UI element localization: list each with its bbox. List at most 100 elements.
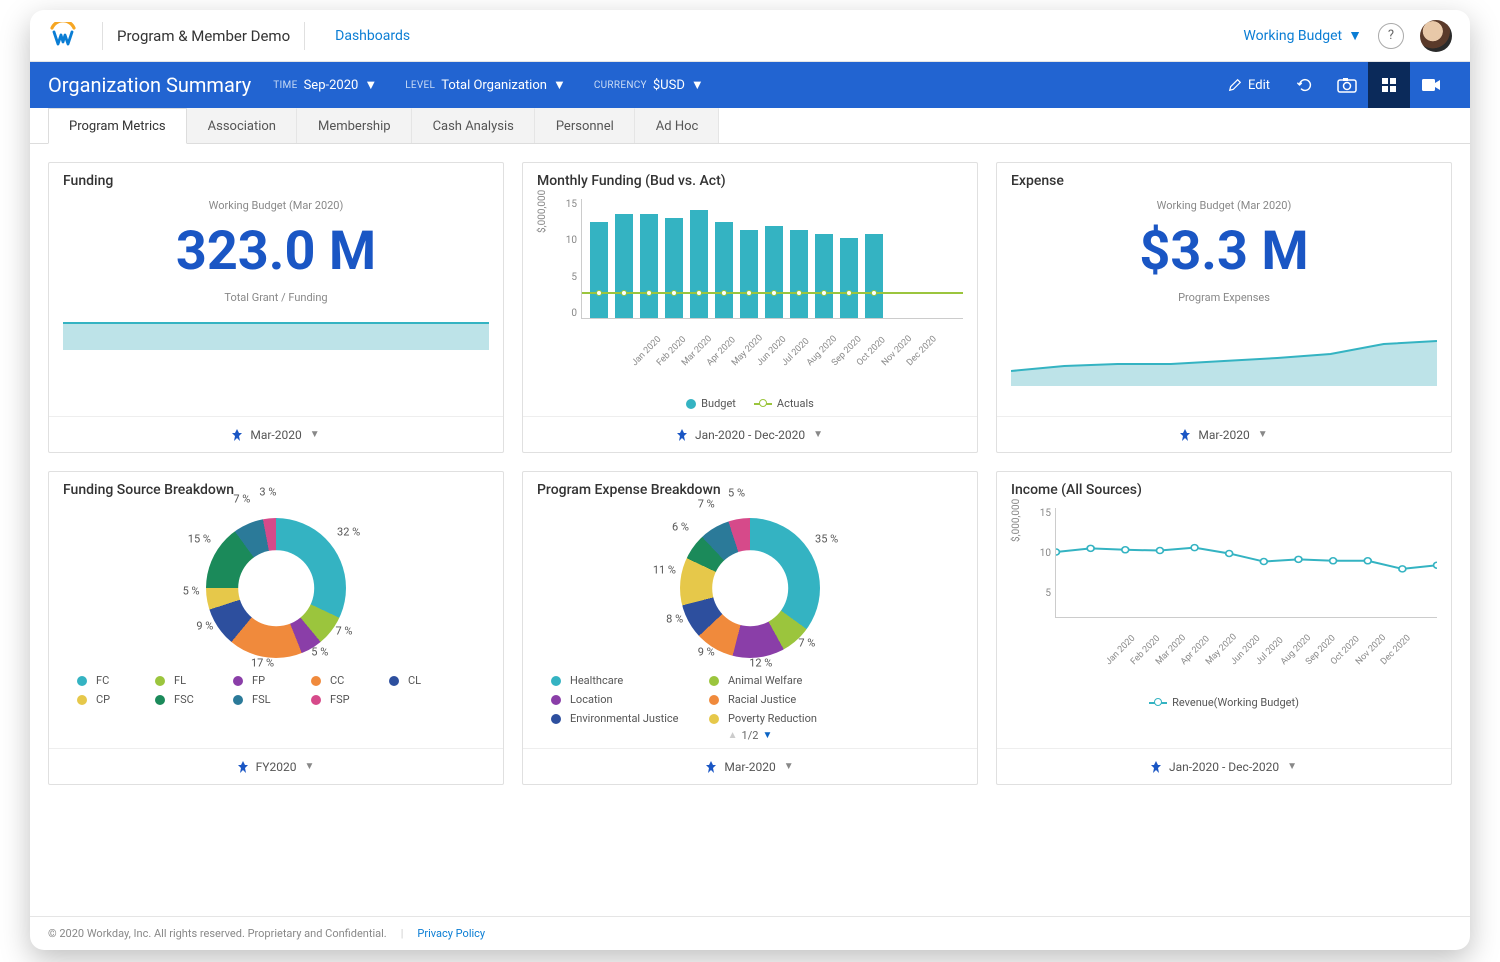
budget-selector[interactable]: Working Budget ▼ <box>1243 27 1362 44</box>
legend-item[interactable]: FSL <box>233 693 293 706</box>
legend-item[interactable]: CC <box>311 674 371 687</box>
filter-level[interactable]: LEVEL Total Organization ▼ <box>405 77 566 93</box>
filter-level-label: LEVEL <box>405 80 435 91</box>
legend-pager[interactable]: ▲ 1/2 ▼ <box>728 729 773 742</box>
divider: | <box>401 927 404 940</box>
tab-association[interactable]: Association <box>187 108 297 143</box>
bar[interactable] <box>765 226 783 318</box>
card-footer[interactable]: Mar-2020 ▼ <box>997 416 1451 452</box>
tab-membership[interactable]: Membership <box>297 108 412 143</box>
divider <box>102 22 103 50</box>
user-avatar[interactable] <box>1420 20 1452 52</box>
nav-dashboards[interactable]: Dashboards <box>335 28 410 44</box>
program-expense-donut: 35 %7 %12 %9 %8 %11 %6 %7 %5 % <box>680 508 820 668</box>
funding-sparkline <box>63 322 489 350</box>
edit-button[interactable]: Edit <box>1214 62 1284 108</box>
chart-legend: Budget Actuals <box>686 397 814 410</box>
bar[interactable] <box>640 214 658 318</box>
tab-personnel[interactable]: Personnel <box>535 108 635 143</box>
legend-item[interactable]: Environmental Justice <box>551 712 691 725</box>
app-title: Program & Member Demo <box>117 27 290 45</box>
filter-time-label: TIME <box>273 80 297 91</box>
legend-revenue: Revenue(Working Budget) <box>1149 696 1299 709</box>
refresh-button[interactable] <box>1284 62 1326 108</box>
tab-cash-analysis[interactable]: Cash Analysis <box>412 108 535 143</box>
y-ticks: 151050 <box>537 199 577 319</box>
pin-icon <box>706 761 716 773</box>
bar[interactable] <box>815 234 833 318</box>
tab-ad-hoc[interactable]: Ad Hoc <box>635 108 720 143</box>
present-button[interactable] <box>1410 62 1452 108</box>
grid-view-button[interactable] <box>1368 62 1410 108</box>
legend-item[interactable]: FL <box>155 674 215 687</box>
caret-down-icon: ▼ <box>1287 761 1297 772</box>
workday-logo-icon[interactable] <box>48 21 78 51</box>
footer-range: Mar-2020 <box>1198 428 1249 442</box>
card-footer[interactable]: FY2020 ▼ <box>49 748 503 784</box>
legend-item[interactable]: CP <box>77 693 137 706</box>
funding-source-donut: 32 %7 %5 %17 %9 %5 %15 %7 %3 % <box>206 508 346 668</box>
footer-range: Jan-2020 - Dec-2020 <box>695 428 805 442</box>
funding-value: 323.0 M <box>176 220 376 283</box>
legend-item[interactable]: CL <box>389 674 449 687</box>
help-button[interactable]: ? <box>1378 23 1404 49</box>
bar[interactable] <box>615 214 633 318</box>
bar[interactable] <box>865 234 883 318</box>
pager-next-icon[interactable]: ▼ <box>762 730 772 741</box>
card-footer[interactable]: Mar-2020 ▼ <box>523 748 977 784</box>
caret-down-icon: ▼ <box>1258 429 1268 440</box>
caret-down-icon: ▼ <box>304 761 314 772</box>
card-title: Expense <box>997 163 1451 193</box>
footer-range: Mar-2020 <box>724 760 775 774</box>
legend-item[interactable]: FC <box>77 674 137 687</box>
expense-metric-label: Program Expenses <box>1178 291 1270 304</box>
legend-item[interactable]: Healthcare <box>551 674 691 687</box>
pin-icon <box>1151 761 1161 773</box>
legend-item[interactable]: FP <box>233 674 293 687</box>
card-subtitle: Working Budget (Mar 2020) <box>209 199 344 212</box>
legend-item[interactable]: Animal Welfare <box>709 674 849 687</box>
card-footer[interactable]: Mar-2020 ▼ <box>49 416 503 452</box>
x-labels: Jan 2020Feb 2020Mar 2020Apr 2020May 2020… <box>1052 652 1397 670</box>
bar[interactable] <box>590 222 608 318</box>
card-title: Funding <box>49 163 503 193</box>
subheader-actions: Edit <box>1214 62 1452 108</box>
bar[interactable] <box>665 218 683 318</box>
filter-level-value: Total Organization <box>441 78 547 93</box>
expense-value: $3.3 M <box>1139 220 1308 283</box>
footer-range: Mar-2020 <box>250 428 301 442</box>
card-footer[interactable]: Jan-2020 - Dec-2020 ▼ <box>997 748 1451 784</box>
card-footer[interactable]: Jan-2020 - Dec-2020 ▼ <box>523 416 977 452</box>
card-income: Income (All Sources) $,000,000 15105 Jan… <box>996 471 1452 785</box>
filter-time[interactable]: TIME Sep-2020 ▼ <box>273 77 377 93</box>
bar[interactable] <box>690 210 708 318</box>
camera-button[interactable] <box>1326 62 1368 108</box>
x-labels: Jan 2020Feb 2020Mar 2020Apr 2020May 2020… <box>578 353 923 371</box>
caret-down-icon: ▼ <box>784 761 794 772</box>
page-footer: © 2020 Workday, Inc. All rights reserved… <box>30 916 1470 950</box>
video-icon <box>1421 78 1441 92</box>
footer-range: FY2020 <box>256 760 297 774</box>
legend-item[interactable]: Racial Justice <box>709 693 849 706</box>
camera-icon <box>1337 77 1357 93</box>
pencil-icon <box>1228 78 1242 92</box>
expense-sparkline <box>1011 316 1437 386</box>
legend-item[interactable]: Location <box>551 693 691 706</box>
grid-icon <box>1381 77 1397 93</box>
legend-item[interactable]: FSC <box>155 693 215 706</box>
card-subtitle: Working Budget (Mar 2020) <box>1157 199 1292 212</box>
privacy-policy-link[interactable]: Privacy Policy <box>417 927 485 940</box>
income-chart: $,000,000 15105 <box>1011 508 1437 648</box>
footer-range: Jan-2020 - Dec-2020 <box>1169 760 1279 774</box>
caret-down-icon: ▼ <box>1348 27 1362 44</box>
filter-currency[interactable]: CURRENCY $USD ▼ <box>594 77 704 93</box>
tab-program-metrics[interactable]: Program Metrics <box>48 108 187 144</box>
bar[interactable] <box>840 238 858 318</box>
bar[interactable] <box>715 222 733 318</box>
chart-legend: Revenue(Working Budget) <box>1149 696 1299 709</box>
dashboard-grid: Funding Working Budget (Mar 2020) 323.0 … <box>30 144 1470 803</box>
legend-item[interactable]: Poverty Reduction <box>709 712 849 725</box>
bar[interactable] <box>790 230 808 318</box>
legend-item[interactable]: FSP <box>311 693 371 706</box>
bar[interactable] <box>740 230 758 318</box>
